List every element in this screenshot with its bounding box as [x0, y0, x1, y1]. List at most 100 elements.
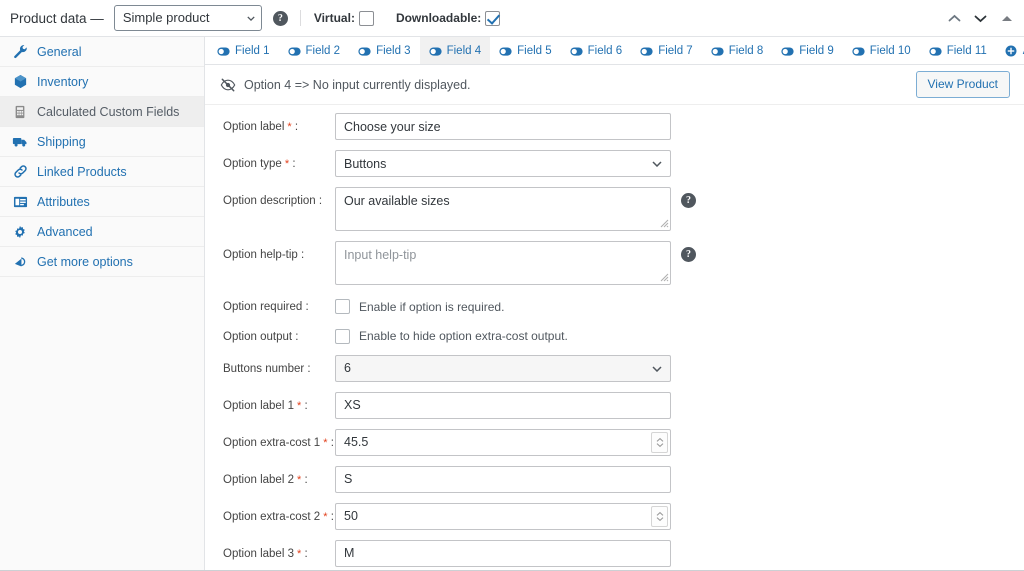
option-help-tip-help-icon[interactable]: ? — [681, 247, 696, 262]
sidebar-item-linked-products[interactable]: Linked Products — [0, 157, 204, 187]
label-text: Option extra-cost 1 — [223, 436, 321, 449]
tab-label: Field 7 — [658, 45, 693, 57]
move-down-button[interactable] — [970, 8, 990, 28]
option-extra-cost-1-input[interactable] — [335, 428, 671, 456]
link-icon — [12, 164, 28, 180]
status-text: Option 4 => No input currently displayed… — [244, 77, 471, 92]
label-colon: : — [301, 399, 308, 412]
control-option-label — [335, 113, 671, 140]
tab-add-more-fields[interactable]: Add more fields — [996, 37, 1024, 64]
sidebar-item-advanced[interactable]: Advanced — [0, 217, 204, 247]
label-colon: : — [304, 362, 311, 375]
option-extra-cost-1-stepper[interactable] — [651, 431, 668, 453]
collapse-toggle-icon[interactable] — [1002, 15, 1012, 21]
product-data-header: Product data — Simple productGrouped pro… — [0, 0, 1024, 37]
sidebar-item-get-more-options[interactable]: Get more options — [0, 247, 204, 277]
tab-field-7[interactable]: Field 7 — [631, 37, 702, 64]
control-option-output: Enable to hide option extra-cost output. — [335, 325, 568, 344]
label-colon: : — [291, 121, 299, 133]
product-data-tabs-sidebar: General Inventory Calculated Custom Fields… — [0, 37, 205, 570]
required-asterisk: * — [320, 436, 328, 449]
panel-content: Field 1 Field 2 Field 3 Field 4 Field 5 Field… — [205, 37, 1024, 570]
sidebar-item-inventory[interactable]: Inventory — [0, 67, 204, 97]
tab-field-11[interactable]: Field 11 — [920, 37, 996, 64]
truck-icon — [12, 134, 28, 150]
tab-label: Field 6 — [587, 45, 623, 57]
control-option-extra-cost-1 — [335, 428, 671, 456]
virtual-group: Virtual: — [314, 10, 374, 26]
downloadable-checkbox[interactable] — [485, 10, 501, 26]
page-title: Product data — — [10, 10, 104, 26]
option-extra-cost-2-input[interactable] — [335, 502, 671, 530]
label-colon: : — [289, 158, 296, 170]
toggle-icon — [287, 45, 301, 58]
tab-field-6[interactable]: Field 6 — [561, 37, 632, 64]
option-description-help-icon[interactable]: ? — [681, 193, 696, 208]
label-text: Option required — [223, 301, 303, 313]
tab-field-1[interactable]: Field 1 — [208, 37, 279, 64]
label-colon: : — [301, 473, 308, 486]
option-description-textarea-wrap — [335, 187, 671, 231]
eye-slash-icon — [220, 78, 236, 91]
tab-field-5[interactable]: Field 5 — [490, 37, 561, 64]
tab-field-2[interactable]: Field 2 — [279, 37, 350, 64]
virtual-checkbox[interactable] — [358, 10, 374, 26]
form-row-option-label-1: Option label 1 * : — [205, 391, 1024, 419]
tab-label: Field 5 — [517, 45, 552, 57]
option-label-input[interactable] — [335, 113, 671, 140]
label-text: Option label 2 — [223, 473, 294, 486]
option-output-checkbox[interactable] — [335, 328, 350, 344]
tab-field-9[interactable]: Field 9 — [772, 37, 843, 64]
form-row-option-required: Option required : Enable if option is req… — [205, 295, 1024, 315]
sidebar-item-general[interactable]: General — [0, 37, 204, 67]
wrench-icon — [12, 44, 28, 60]
label-colon: : — [301, 547, 308, 560]
tab-field-8[interactable]: Field 8 — [702, 37, 773, 64]
sidebar-item-calculated-custom-fields[interactable]: Calculated Custom Fields — [0, 97, 204, 127]
help-circle-icon[interactable]: ? — [272, 10, 288, 26]
move-up-button[interactable] — [944, 8, 964, 28]
view-product-button[interactable]: View Product — [915, 71, 1010, 98]
label-text: Option extra-cost 2 — [223, 510, 321, 523]
sidebar-item-attributes[interactable]: Attributes — [0, 187, 204, 217]
form-row-option-description: Option description :? — [205, 187, 1024, 231]
control-option-type: ButtonsCheckboxRadioSelectTextNumber — [335, 150, 671, 177]
product-data-panel: Product data — Simple productGrouped pro… — [0, 0, 1024, 571]
option-required-checkbox[interactable] — [335, 299, 350, 314]
option-description-textarea[interactable] — [335, 187, 671, 231]
label-text: Option label 1 — [223, 399, 294, 412]
list-icon — [12, 194, 28, 210]
form-row-option-extra-cost-2: Option extra-cost 2 * : — [205, 502, 1024, 530]
label-option-label: Option label * : — [223, 113, 335, 135]
option-label-1-input[interactable] — [335, 391, 671, 419]
tab-field-10[interactable]: Field 10 — [843, 37, 920, 64]
downloadable-label: Downloadable: — [395, 11, 482, 25]
label-text: Buttons number — [223, 362, 305, 375]
option-label-2-input[interactable] — [335, 465, 671, 493]
tab-field-3[interactable]: Field 3 — [349, 37, 420, 64]
label-colon: : — [292, 330, 299, 343]
option-label-3-input[interactable] — [335, 539, 671, 567]
sidebar-item-label: Calculated Custom Fields — [37, 104, 180, 119]
control-option-label-1 — [335, 391, 671, 419]
buttons-number-select[interactable]: 12345678910 — [335, 354, 671, 382]
toggle-icon — [217, 45, 230, 58]
plus-circle-icon — [1005, 45, 1018, 58]
label-option-extra-cost-2: Option extra-cost 2 * : — [223, 503, 335, 525]
option-help-tip-textarea[interactable] — [335, 241, 671, 285]
label-option-help-tip: Option help-tip : — [223, 241, 335, 263]
control-option-required: Enable if option is required. — [335, 295, 504, 314]
option-type-select[interactable]: ButtonsCheckboxRadioSelectTextNumber — [335, 150, 671, 177]
form-row-option-label-3: Option label 3 * : — [205, 539, 1024, 567]
downloadable-group: Downloadable: — [395, 10, 501, 26]
field-tabbar: Field 1 Field 2 Field 3 Field 4 Field 5 Field… — [205, 37, 1024, 65]
sidebar-item-shipping[interactable]: Shipping — [0, 127, 204, 157]
label-option-required: Option required : — [223, 295, 335, 315]
label-colon: : — [302, 301, 309, 313]
option-help-tip-textarea-wrap — [335, 241, 671, 285]
form-row-buttons-number: Buttons number : 12345678910 — [205, 354, 1024, 382]
product-type-select[interactable]: Simple productGrouped productExternal/Af… — [113, 5, 262, 31]
toggle-icon — [640, 45, 653, 58]
option-extra-cost-2-stepper[interactable] — [651, 505, 668, 527]
tab-field-4[interactable]: Field 4 — [419, 37, 491, 64]
